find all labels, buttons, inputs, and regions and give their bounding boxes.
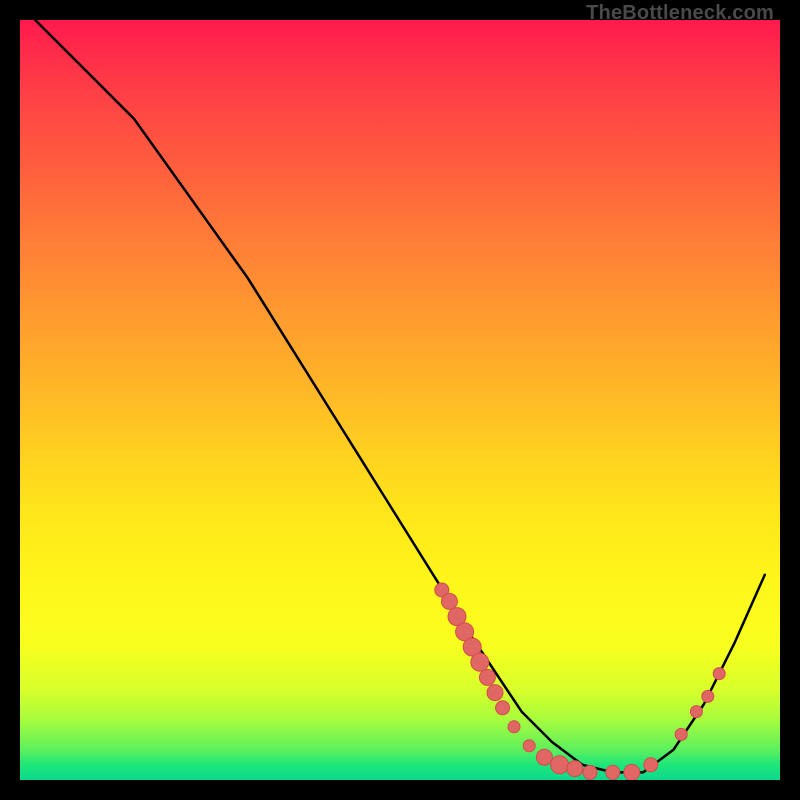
watermark-text: TheBottleneck.com	[586, 2, 774, 25]
data-marker	[624, 764, 640, 780]
data-marker	[479, 669, 495, 685]
data-marker	[496, 701, 510, 715]
data-marker	[441, 593, 457, 609]
data-marker	[690, 706, 702, 718]
data-marker	[471, 653, 489, 671]
data-marker	[567, 761, 583, 777]
data-marker	[644, 758, 658, 772]
data-marker	[583, 765, 597, 779]
curve-markers	[435, 583, 725, 780]
data-marker	[536, 749, 552, 765]
chart-svg	[20, 20, 780, 780]
data-marker	[508, 721, 520, 733]
data-marker	[713, 668, 725, 680]
data-marker	[702, 690, 714, 702]
data-marker	[551, 756, 569, 774]
data-marker	[675, 728, 687, 740]
data-marker	[523, 740, 535, 752]
data-marker	[606, 765, 620, 779]
curve-line	[35, 20, 765, 772]
data-marker	[487, 685, 503, 701]
